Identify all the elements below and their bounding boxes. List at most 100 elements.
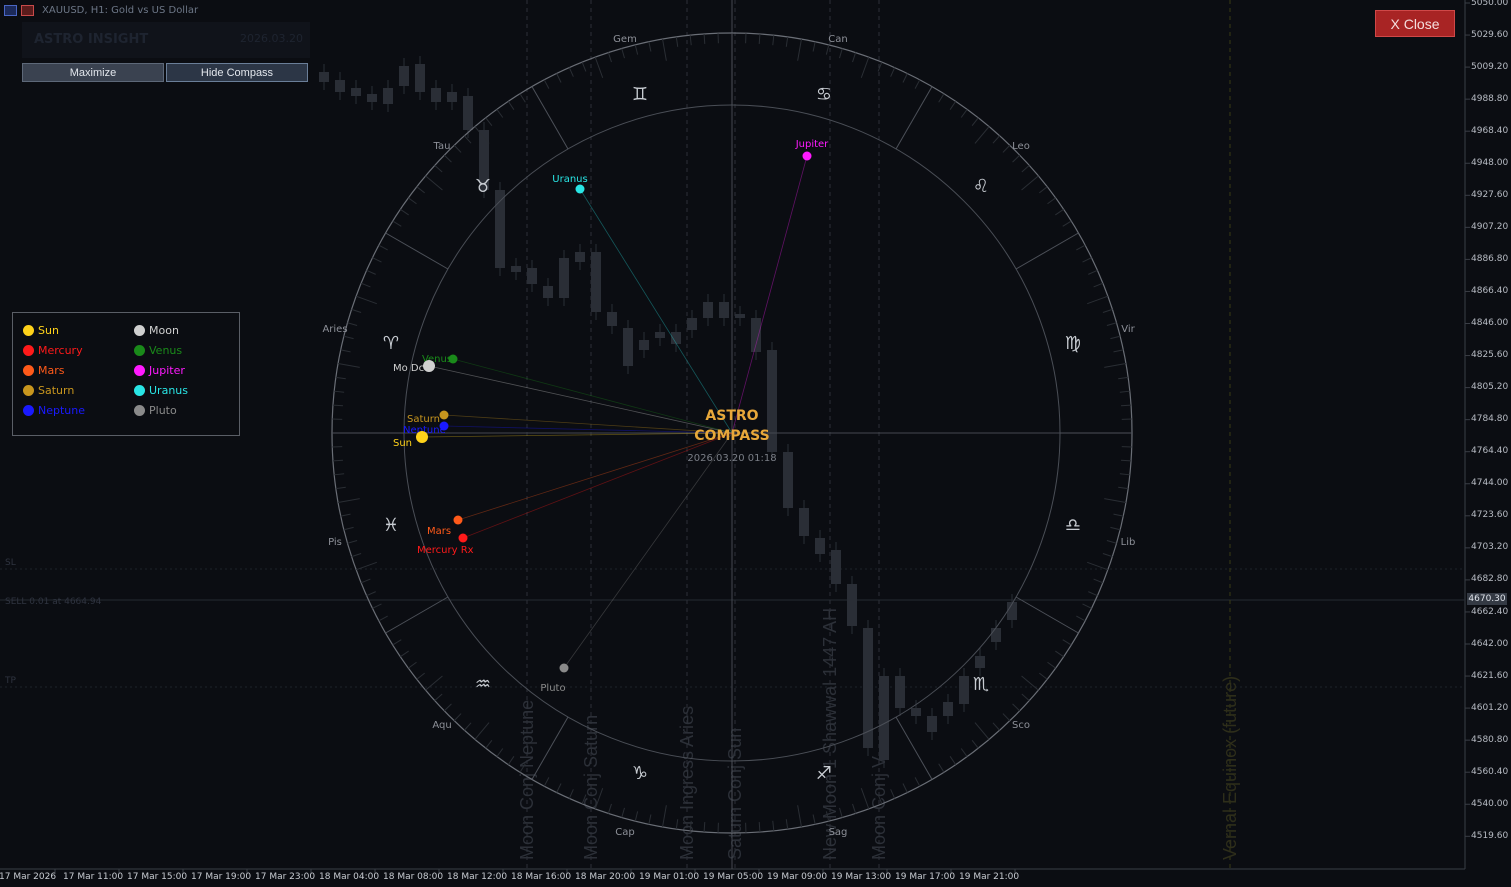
candle-body [639, 340, 649, 350]
degree-tick [507, 756, 515, 765]
candle-body [591, 252, 601, 312]
candle-body [991, 628, 1001, 642]
legend-item-mars: Mars [23, 364, 65, 377]
degree-tick [334, 473, 345, 476]
price-tick: 4846.00 [1471, 318, 1509, 328]
price-chart[interactable]: Moon Conj Neptune Moon Conj Saturn Moon In… [0, 0, 1511, 887]
price-tick: 4621.60 [1471, 671, 1509, 681]
price-tick: 4723.60 [1471, 510, 1509, 520]
degree-tick [1039, 672, 1048, 680]
degree-tick [1106, 322, 1117, 326]
candle-body [623, 328, 633, 366]
degree-tick [335, 486, 346, 490]
candle-body [319, 72, 329, 82]
degree-tick [594, 56, 604, 78]
degree-tick [960, 748, 968, 757]
price-tick: 4866.40 [1471, 286, 1509, 296]
event-label: Moon Ingress Aries [677, 706, 697, 860]
sign-label: Tau [433, 141, 451, 152]
degree-tick [607, 803, 612, 814]
degree-tick [408, 661, 417, 669]
degree-tick [400, 650, 409, 658]
degree-tick [1088, 591, 1098, 597]
sign-glyph-icon: ♌ [973, 176, 989, 197]
chart-window-icon[interactable] [4, 4, 17, 16]
candle-body [751, 318, 761, 352]
degree-tick [895, 716, 933, 780]
degree-tick [812, 41, 816, 52]
degree-tick [1104, 498, 1127, 503]
degree-tick [1119, 390, 1130, 393]
degree-tick [1087, 295, 1109, 305]
degree-tick [1110, 335, 1121, 340]
price-tick: 4988.80 [1471, 94, 1509, 104]
sign-glyph-icon: ♋ [816, 84, 832, 105]
planet-aspect-line [443, 414, 733, 434]
sign-glyph-icon: ♊ [632, 84, 648, 105]
candle-body [879, 676, 889, 760]
degree-tick [332, 404, 343, 407]
legend-item-jupiter: Jupiter [134, 364, 185, 377]
uranus-dot-icon [134, 385, 145, 396]
degree-tick [825, 44, 830, 55]
planet-aspect-line [457, 432, 733, 521]
degree-tick [675, 36, 679, 47]
candle-body [367, 94, 377, 102]
legend-label: Neptune [38, 404, 86, 417]
degree-tick [758, 822, 761, 833]
legend-item-sun: Sun [23, 324, 59, 337]
degree-tick [797, 38, 802, 61]
time-tick: 19 Mar 13:00 [831, 872, 892, 882]
legend-item-saturn: Saturn [23, 384, 74, 397]
price-tick: 4601.20 [1471, 703, 1509, 713]
degree-tick [434, 164, 443, 173]
price-tick: 4927.60 [1471, 190, 1509, 200]
close-button[interactable]: X Close [1375, 10, 1455, 37]
degree-tick [355, 295, 377, 305]
planet-label: Pluto [540, 683, 565, 694]
degree-tick [378, 244, 388, 251]
price-tick: 4519.60 [1471, 831, 1509, 841]
degree-tick [1055, 650, 1064, 658]
candle-body [607, 312, 617, 326]
symbol-icon[interactable] [21, 4, 34, 16]
planet-marker [458, 533, 468, 543]
degree-tick [1039, 186, 1048, 194]
degree-tick [607, 52, 612, 63]
planet-label: Mars [427, 526, 451, 537]
degree-tick [902, 73, 908, 83]
degree-tick [347, 540, 358, 544]
degree-tick [496, 748, 504, 757]
degree-tick [372, 603, 382, 609]
degree-tick [971, 117, 979, 126]
jupiter-dot-icon [134, 365, 145, 376]
maximize-button[interactable]: Maximize [22, 63, 164, 82]
degree-tick [1047, 661, 1056, 669]
candle-body [335, 80, 345, 92]
degree-tick [1062, 639, 1072, 646]
degree-tick [334, 390, 345, 393]
degree-tick [1082, 603, 1092, 609]
legend-item-moon: Moon [134, 324, 179, 337]
degree-tick [971, 740, 979, 749]
degree-tick [335, 376, 346, 380]
candle-body [463, 96, 473, 130]
degree-tick [1093, 282, 1104, 288]
price-tick: 4642.00 [1471, 639, 1509, 649]
degree-tick [556, 783, 562, 793]
insight-title: ASTRO INSIGHT [34, 32, 149, 47]
degree-tick [378, 615, 388, 622]
hide-compass-button[interactable]: Hide Compass [166, 63, 308, 82]
degree-tick [485, 740, 493, 749]
sign-label: Cap [615, 827, 634, 838]
degree-tick [689, 35, 692, 46]
degree-tick [474, 722, 490, 740]
time-tick: 17 Mar 11:00 [63, 872, 124, 882]
degree-tick [507, 101, 515, 110]
degree-tick [416, 186, 425, 194]
degree-tick [890, 67, 896, 77]
degree-tick [852, 803, 857, 814]
sign-label: Aries [322, 324, 347, 335]
candle-body [799, 508, 809, 536]
legend-label: Pluto [149, 404, 177, 417]
